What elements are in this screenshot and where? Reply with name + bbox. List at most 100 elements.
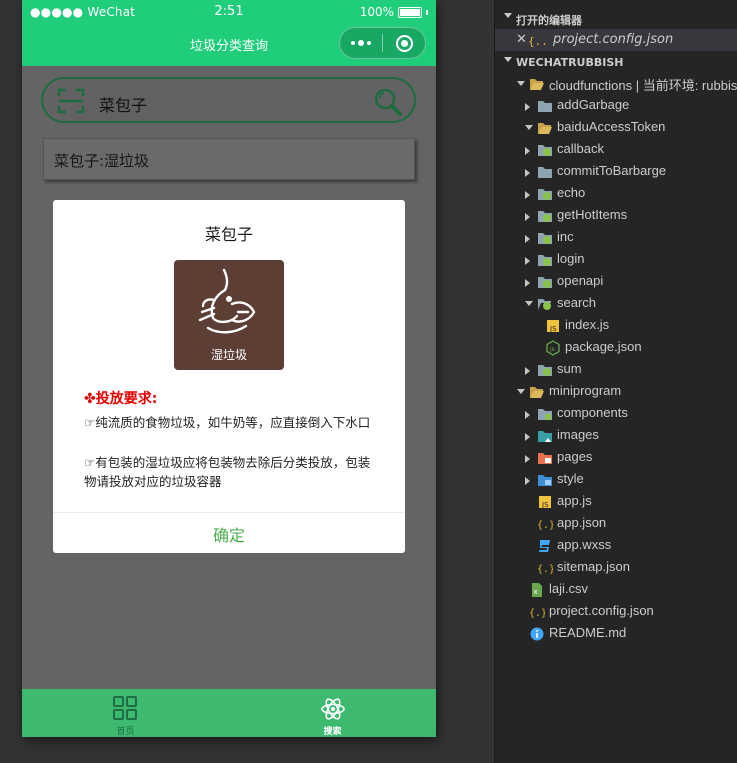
- style-folder-icon: [537, 472, 553, 488]
- tree-file-item[interactable]: README.md: [495, 623, 737, 645]
- tab-bar: 首页 搜索: [22, 689, 436, 737]
- tree-folder-item[interactable]: openapi: [495, 271, 737, 293]
- wechat-simulator: ●●●●● WeChat 2:51 100% 垃圾分类查询 菜包子 菜包子:湿垃…: [22, 0, 436, 737]
- wet-garbage-tile: 湿垃圾: [174, 260, 284, 370]
- tree-item-label: addGarbage: [557, 97, 630, 112]
- css-icon: [537, 538, 553, 554]
- chevron-right-icon[interactable]: [525, 477, 530, 485]
- close-miniprogram-button[interactable]: [383, 28, 425, 58]
- tree-item-label: project.config.json: [549, 603, 654, 618]
- close-icon[interactable]: ✕: [516, 32, 527, 47]
- project-header[interactable]: WECHATRUBBISH: [495, 51, 737, 73]
- tree-folder-item[interactable]: cloudfunctions | 当前环境: rubbis: [495, 73, 737, 95]
- tree-item-label: package.json: [565, 339, 642, 354]
- chevron-right-icon[interactable]: [525, 103, 530, 111]
- chevron-down-icon[interactable]: [517, 81, 525, 86]
- tree-file-item[interactable]: js package.json: [495, 337, 737, 359]
- search-bar[interactable]: 菜包子: [41, 77, 416, 123]
- grid-icon: [113, 696, 137, 720]
- search-result-item[interactable]: 菜包子:湿垃圾: [43, 138, 415, 180]
- js-icon: JS: [545, 318, 561, 334]
- chevron-down-icon[interactable]: [517, 389, 525, 394]
- tab-home[interactable]: 首页: [22, 689, 229, 737]
- tree-item-label: commitToBarbarge: [557, 163, 667, 178]
- tree-item-label: login: [557, 251, 585, 266]
- tree-item-label: echo: [557, 185, 586, 200]
- battery-status: 100%: [360, 5, 428, 19]
- tree-item-label: miniprogram: [549, 383, 622, 398]
- chevron-right-icon[interactable]: [525, 257, 530, 265]
- tree-folder-item[interactable]: addGarbage: [495, 95, 737, 117]
- chevron-right-icon[interactable]: [525, 169, 530, 177]
- tree-folder-item[interactable]: search: [495, 293, 737, 315]
- tree-item-label: sitemap.json: [557, 559, 630, 574]
- svg-text:JS: JS: [549, 325, 557, 333]
- cloud-folder-open-icon: [537, 296, 553, 312]
- scan-icon[interactable]: [57, 87, 85, 115]
- tree-file-item[interactable]: x laji.csv: [495, 579, 737, 601]
- tree-folder-item[interactable]: commitToBarbarge: [495, 161, 737, 183]
- tree-item-label: inc: [557, 229, 574, 244]
- tree-file-item[interactable]: JS app.js: [495, 491, 737, 513]
- chevron-right-icon[interactable]: [525, 367, 530, 375]
- chevron-right-icon[interactable]: [525, 433, 530, 441]
- chevron-right-icon[interactable]: [525, 411, 530, 419]
- tree-folder-item[interactable]: login: [495, 249, 737, 271]
- tree-file-item[interactable]: JS index.js: [495, 315, 737, 337]
- folder-open-icon: [537, 120, 553, 136]
- chevron-down-icon[interactable]: [525, 301, 533, 306]
- requirement-item: ☞有包装的湿垃圾应将包装物去除后分类投放，包装物请投放对应的垃圾容器: [84, 455, 371, 489]
- requirements-heading: ✤投放要求:: [84, 391, 158, 407]
- chevron-down-icon: [504, 13, 512, 18]
- chevron-right-icon[interactable]: [525, 213, 530, 221]
- svg-text:{.}: {.}: [529, 608, 545, 619]
- chevron-right-icon[interactable]: [525, 191, 530, 199]
- tree-file-item[interactable]: app.wxss: [495, 535, 737, 557]
- chevron-right-icon[interactable]: [525, 147, 530, 155]
- json-icon: {..}: [528, 35, 546, 48]
- tree-folder-item[interactable]: callback: [495, 139, 737, 161]
- cloud-folder-icon: [537, 208, 553, 224]
- tree-folder-item[interactable]: images: [495, 425, 737, 447]
- tree-folder-item[interactable]: sum: [495, 359, 737, 381]
- chevron-right-icon[interactable]: [525, 235, 530, 243]
- search-input[interactable]: 菜包子: [99, 92, 147, 116]
- confirm-button[interactable]: 确定: [53, 522, 405, 546]
- tree-folder-item[interactable]: pages: [495, 447, 737, 469]
- tree-folder-item[interactable]: miniprogram: [495, 381, 737, 403]
- chevron-down-icon: [504, 57, 512, 62]
- tree-folder-item[interactable]: baiduAccessToken: [495, 117, 737, 139]
- open-editor-item[interactable]: ✕ {..} project.config.json: [495, 29, 737, 51]
- chevron-down-icon[interactable]: [525, 125, 533, 130]
- open-editor-name: project.config.json: [553, 32, 674, 47]
- search-result-text: 菜包子:湿垃圾: [54, 152, 150, 170]
- folder-icon: [537, 98, 553, 114]
- json-icon: {.}: [529, 604, 547, 620]
- tree-file-item[interactable]: {.} project.config.json: [495, 601, 737, 623]
- folder-open-icon: [529, 76, 545, 92]
- cloud-folder-icon: [537, 274, 553, 290]
- capsule-menu: [339, 27, 426, 59]
- status-bar: ●●●●● WeChat 2:51 100%: [22, 0, 436, 24]
- chevron-right-icon[interactable]: [525, 455, 530, 463]
- tree-folder-item[interactable]: components: [495, 403, 737, 425]
- tab-search-label: 搜索: [323, 727, 342, 737]
- tree-folder-item[interactable]: style: [495, 469, 737, 491]
- tree-item-label: images: [557, 427, 599, 442]
- js-icon: JS: [537, 494, 553, 510]
- open-editors-header[interactable]: 打开的编辑器: [495, 7, 737, 29]
- tree-item-label: getHotItems: [557, 207, 628, 222]
- more-menu-button[interactable]: [340, 28, 382, 58]
- search-icon[interactable]: [373, 87, 403, 117]
- tab-search[interactable]: 搜索: [229, 689, 436, 737]
- tree-file-item[interactable]: {.} sitemap.json: [495, 557, 737, 579]
- svg-text:{.}: {.}: [537, 520, 553, 531]
- tree-folder-item[interactable]: echo: [495, 183, 737, 205]
- chevron-right-icon[interactable]: [525, 279, 530, 287]
- tree-folder-item[interactable]: getHotItems: [495, 205, 737, 227]
- navigation-bar: 垃圾分类查询: [22, 24, 436, 66]
- tree-file-item[interactable]: {.} app.json: [495, 513, 737, 535]
- target-icon: [395, 34, 413, 52]
- tree-folder-item[interactable]: inc: [495, 227, 737, 249]
- tree-item-label: baiduAccessToken: [557, 119, 666, 134]
